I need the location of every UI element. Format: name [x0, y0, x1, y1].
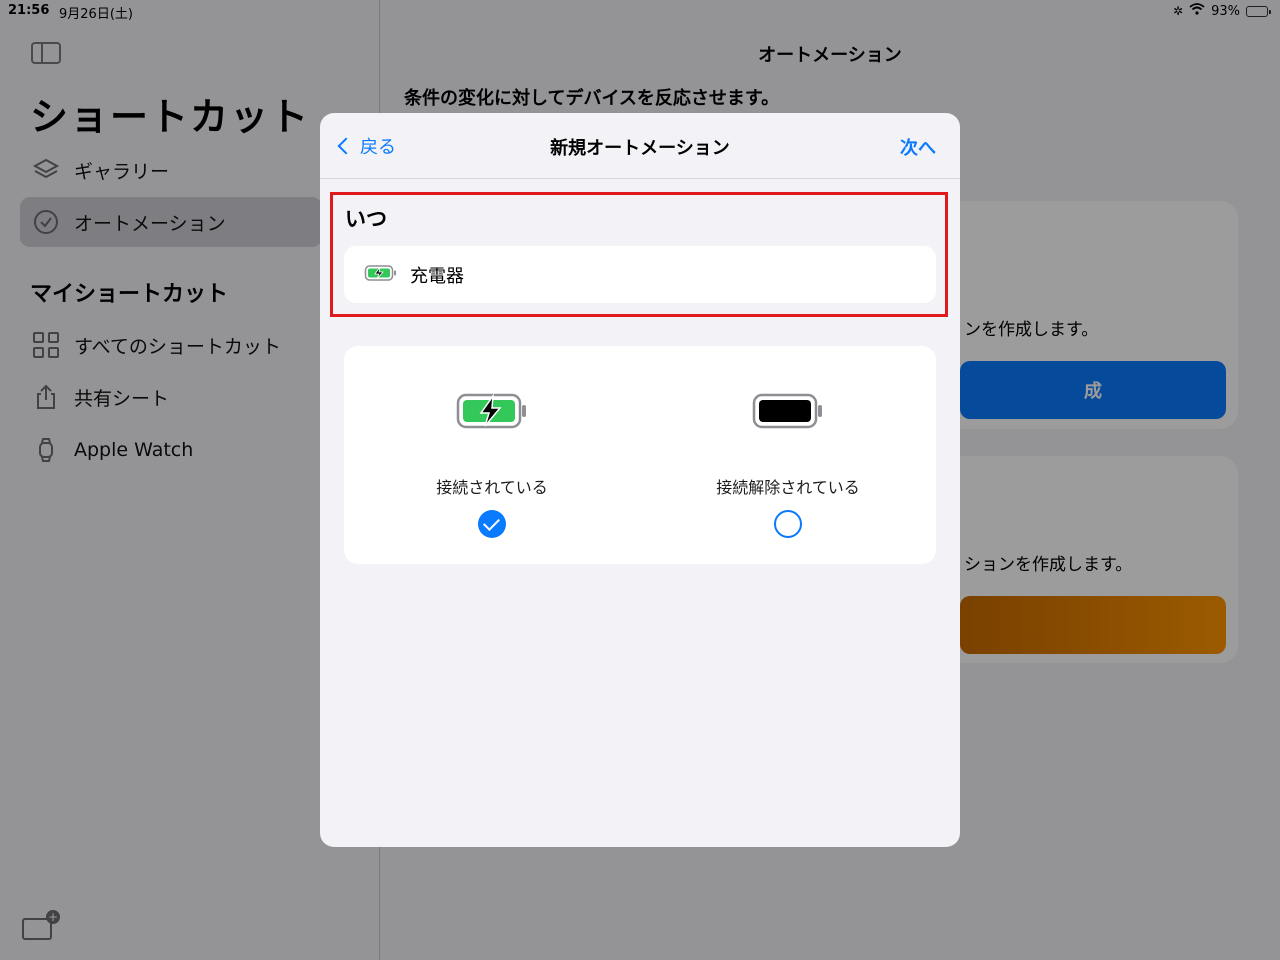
option-disconnected[interactable]: 接続解除されている	[640, 346, 936, 564]
checkmark-selected-icon[interactable]	[478, 510, 506, 538]
sheet-header: 戻る 新規オートメーション 次へ	[320, 113, 960, 179]
full-battery-icon	[752, 392, 824, 434]
annotation-highlight-box	[330, 192, 948, 317]
option-connected[interactable]: 接続されている	[344, 346, 640, 564]
option-label: 接続されている	[436, 478, 548, 497]
new-automation-sheet: 戻る 新規オートメーション 次へ いつ 充電器 接続されている 接続解除されてい…	[320, 113, 960, 847]
next-button[interactable]: 次へ	[900, 134, 936, 160]
connection-options: 接続されている 接続解除されている	[344, 346, 936, 564]
option-label: 接続解除されている	[716, 478, 860, 497]
sheet-title: 新規オートメーション	[550, 138, 730, 159]
charging-battery-icon	[456, 392, 528, 434]
radio-unselected-icon[interactable]	[774, 510, 802, 538]
